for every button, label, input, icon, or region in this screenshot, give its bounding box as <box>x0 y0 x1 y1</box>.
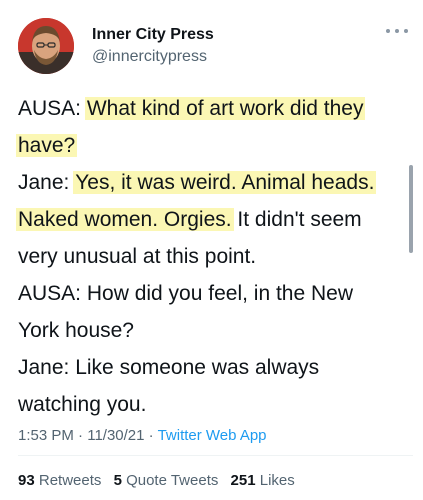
tweet-text-line: AUSA: How did you feel, in the New <box>18 275 413 312</box>
text-segment: Jane: <box>18 171 76 194</box>
tweet-text-line: Naked women. Orgies. It didn't seem <box>16 201 413 238</box>
quote-tweets-label: Quote Tweets <box>126 472 219 489</box>
highlighted-text: What kind of art work did they <box>84 97 366 120</box>
dot <box>386 29 390 33</box>
tweet-metadata: 1:53 PM · 11/30/21 · Twitter Web App <box>18 427 267 444</box>
scrollbar-thumb[interactable] <box>409 165 413 253</box>
tweet-stats: 93 Retweets 5 Quote Tweets 251 Likes <box>18 472 303 489</box>
avatar[interactable] <box>18 18 74 74</box>
highlighted-text: Naked women. Orgies. <box>16 208 234 231</box>
tweet-text-line: Jane: Yes, it was weird. Animal heads. <box>18 164 413 201</box>
likes-label: Likes <box>259 472 295 489</box>
text-segment: watching you. <box>18 393 147 416</box>
tweet-text-line: Jane: Like someone was always <box>18 349 413 386</box>
profile-photo-icon <box>18 18 74 74</box>
text-segment: AUSA: How did you feel, in the New <box>18 282 353 305</box>
quote-tweets-count: 5 <box>113 472 122 489</box>
retweets-stat[interactable]: 93 Retweets <box>18 472 106 489</box>
tweet-text-line: watching you. <box>18 386 413 423</box>
tweet-card: Inner City Press @innercitypress AUSA: W… <box>0 0 423 500</box>
meta-separator: · <box>78 427 84 444</box>
tweet-text: AUSA: What kind of art work did they have… <box>16 90 413 423</box>
text-segment: York house? <box>18 319 134 342</box>
tweet-time[interactable]: 1:53 PM <box>18 427 74 444</box>
tweet-date[interactable]: 11/30/21 <box>87 427 144 444</box>
more-horizontal-icon[interactable] <box>386 24 408 38</box>
tweet-text-line: York house? <box>18 312 413 349</box>
user-display-name[interactable]: Inner City Press <box>92 26 214 44</box>
dot <box>404 29 408 33</box>
retweets-label: Retweets <box>38 472 102 489</box>
tweet-text-line: AUSA: What kind of art work did they <box>18 90 413 127</box>
tweet-header: Inner City Press @innercitypress <box>18 18 408 76</box>
likes-stat[interactable]: 251 Likes <box>231 472 295 489</box>
user-handle[interactable]: @innercitypress <box>92 48 207 66</box>
tweet-text-line: very unusual at this point. <box>18 238 413 275</box>
divider <box>18 455 413 456</box>
text-segment: AUSA: <box>18 97 87 120</box>
source-app-link[interactable]: Twitter Web App <box>158 427 267 444</box>
highlighted-text: have? <box>16 134 78 157</box>
quote-tweets-stat[interactable]: 5 Quote Tweets <box>114 472 223 489</box>
tweet-text-line: have? <box>16 127 413 164</box>
meta-separator: · <box>148 427 154 444</box>
retweets-count: 93 <box>18 472 35 489</box>
text-segment: very unusual at this point. <box>18 245 257 268</box>
likes-count: 251 <box>230 472 256 489</box>
dot <box>395 29 399 33</box>
highlighted-text: Yes, it was weird. Animal heads. <box>73 171 377 194</box>
text-segment: Jane: Like someone was always <box>18 356 320 379</box>
text-segment: It didn't seem <box>231 208 362 231</box>
